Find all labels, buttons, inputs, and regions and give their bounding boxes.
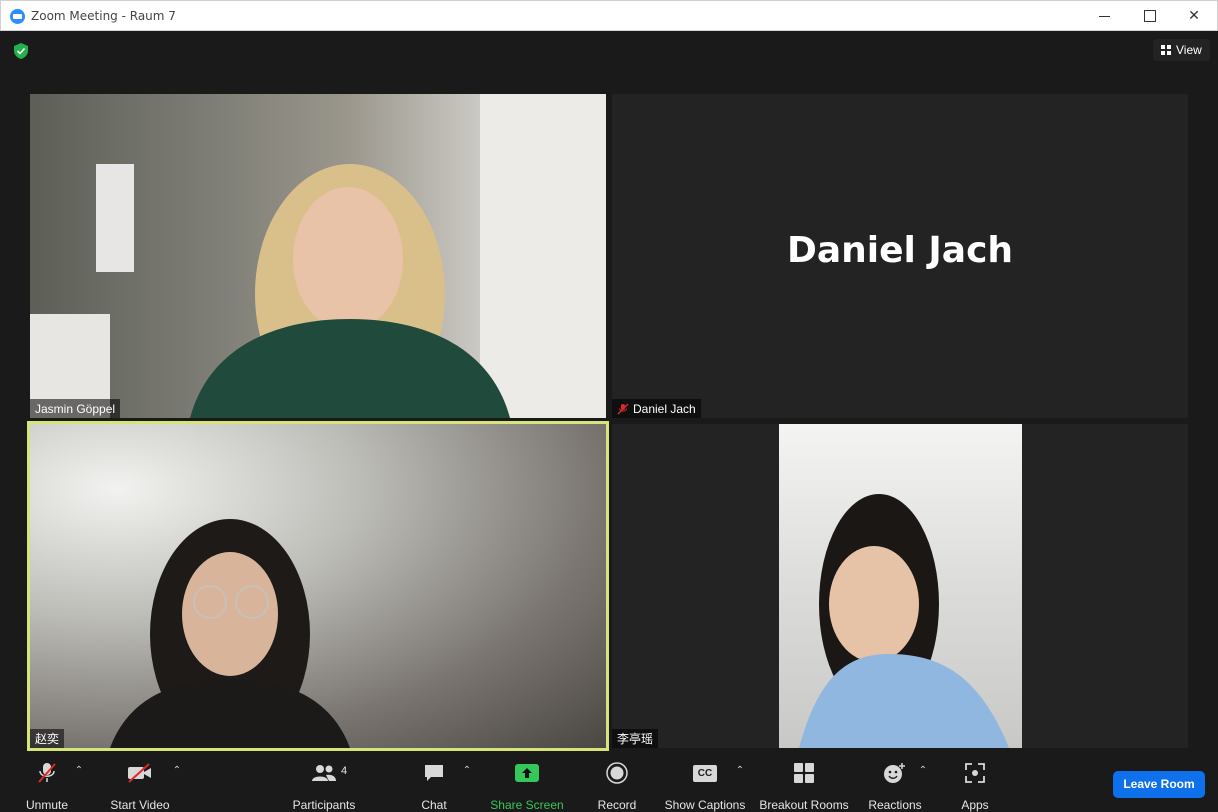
video-options-caret-icon[interactable]: ⌃ bbox=[171, 765, 183, 777]
close-button[interactable]: ✕ bbox=[1171, 1, 1217, 31]
share-screen-label: Share Screen bbox=[490, 798, 564, 812]
share-screen-button[interactable]: Share Screen bbox=[490, 761, 564, 812]
view-label: View bbox=[1176, 43, 1202, 57]
meeting-toolbar: Unmute ⌃ Start Video ⌃ Participants 4 Ch… bbox=[0, 755, 1218, 812]
chat-button[interactable]: Chat bbox=[418, 761, 450, 812]
video-tile-li[interactable]: 李亭瑶 bbox=[612, 424, 1188, 748]
apps-button[interactable]: Apps bbox=[956, 761, 994, 812]
closed-captions-icon: CC bbox=[693, 764, 717, 782]
person-silhouette bbox=[110, 519, 350, 748]
breakout-rooms-icon bbox=[794, 763, 814, 783]
participant-video bbox=[30, 94, 606, 418]
person-silhouette bbox=[799, 494, 1009, 748]
person-silhouette bbox=[30, 94, 606, 418]
participant-name-tag: 李亭瑶 bbox=[612, 729, 659, 748]
participants-icon bbox=[312, 765, 336, 781]
security-shield-icon[interactable] bbox=[14, 43, 28, 59]
participant-display-name: Daniel Jach bbox=[786, 230, 1014, 271]
start-video-label: Start Video bbox=[110, 798, 170, 812]
captions-options-caret-icon[interactable]: ⌃ bbox=[734, 765, 746, 777]
video-tile-jasmin[interactable]: Jasmin Göppel bbox=[30, 94, 606, 418]
participants-button[interactable]: Participants bbox=[290, 761, 358, 812]
breakout-rooms-button[interactable]: Breakout Rooms bbox=[758, 761, 850, 812]
participant-name-tag: Jasmin Göppel bbox=[30, 399, 121, 418]
audio-options-caret-icon[interactable]: ⌃ bbox=[73, 765, 85, 777]
minimize-button[interactable] bbox=[1081, 1, 1127, 31]
apps-label: Apps bbox=[961, 798, 989, 812]
record-label: Record bbox=[597, 798, 637, 812]
breakout-rooms-label: Breakout Rooms bbox=[759, 798, 849, 812]
participant-video bbox=[30, 424, 606, 748]
record-button[interactable]: Record bbox=[596, 761, 638, 812]
meeting-area: View Jasmin Göppel Daniel Jach Daniel Ja… bbox=[1, 31, 1217, 755]
participant-name: 赵奕 bbox=[35, 732, 60, 746]
show-captions-label: Show Captions bbox=[664, 798, 746, 812]
muted-mic-icon bbox=[617, 403, 629, 414]
participant-name-tag: 赵奕 bbox=[30, 729, 65, 748]
participant-name: Daniel Jach bbox=[633, 401, 696, 416]
leave-room-button[interactable]: Leave Room bbox=[1113, 771, 1205, 798]
video-tile-zhao[interactable]: 赵奕 bbox=[30, 424, 606, 748]
chat-bubble-icon bbox=[425, 765, 443, 781]
reactions-label: Reactions bbox=[868, 798, 922, 812]
grid-view-icon bbox=[1161, 45, 1171, 55]
start-video-button[interactable]: Start Video bbox=[106, 761, 174, 812]
apps-icon bbox=[965, 763, 985, 783]
chat-label: Chat bbox=[421, 798, 447, 812]
reactions-smiley-icon bbox=[884, 763, 905, 783]
share-screen-icon bbox=[515, 764, 539, 782]
reactions-options-caret-icon[interactable]: ⌃ bbox=[917, 765, 929, 777]
video-off-icon bbox=[128, 763, 151, 783]
participants-count: 4 bbox=[341, 765, 348, 777]
participant-name: 李亭瑶 bbox=[617, 732, 654, 746]
unmute-button[interactable]: Unmute bbox=[22, 761, 72, 812]
unmute-label: Unmute bbox=[25, 798, 69, 812]
chat-options-caret-icon[interactable]: ⌃ bbox=[461, 765, 473, 777]
participant-video bbox=[779, 424, 1022, 748]
muted-microphone-icon bbox=[38, 763, 56, 783]
title-bar: Zoom Meeting - Raum 7 ✕ bbox=[0, 0, 1218, 31]
maximize-button[interactable] bbox=[1126, 1, 1172, 31]
video-tile-daniel[interactable]: Daniel Jach Daniel Jach bbox=[612, 94, 1188, 418]
participants-label: Participants bbox=[292, 798, 356, 812]
record-icon bbox=[606, 762, 628, 784]
participant-name-tag: Daniel Jach bbox=[612, 399, 701, 418]
window-title: Zoom Meeting - Raum 7 bbox=[31, 9, 176, 23]
zoom-logo-icon bbox=[10, 9, 25, 24]
reactions-button[interactable]: Reactions bbox=[866, 761, 924, 812]
view-button[interactable]: View bbox=[1153, 39, 1210, 61]
participant-name: Jasmin Göppel bbox=[35, 401, 116, 416]
